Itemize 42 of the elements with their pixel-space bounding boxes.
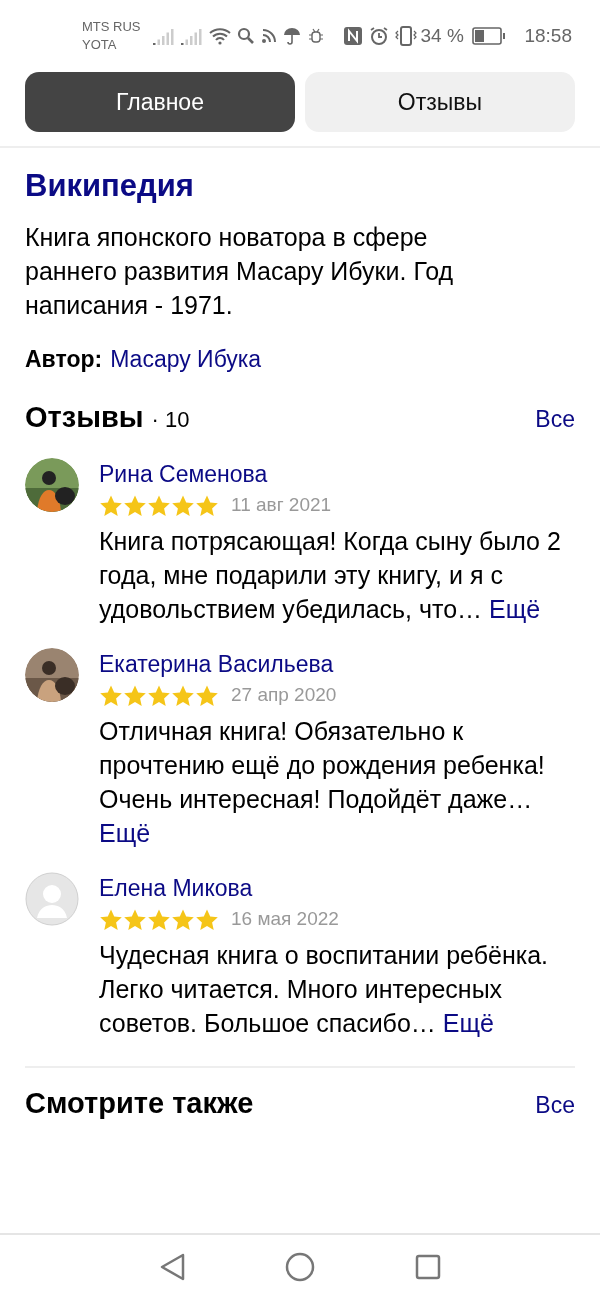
description-text: Книга японского новатора в сфере раннего развития Масару Ибуки. Год написания - 1971. <box>25 222 455 321</box>
review-date: 11 авг 2021 <box>231 493 332 518</box>
back-icon[interactable] <box>159 1253 185 1281</box>
battery-percent: 34 % <box>420 23 464 48</box>
section-title: Отзывы <box>25 400 144 435</box>
tab[interactable]: Главное <box>25 72 295 132</box>
home-icon[interactable] <box>285 1252 315 1282</box>
reviewer-name[interactable]: Екатерина Васильева <box>99 647 575 680</box>
author-link[interactable]: Масару Ибука <box>110 342 262 376</box>
umbrella-icon <box>282 27 301 45</box>
section-title: Смотрите также <box>25 1085 254 1121</box>
vibrate-icon <box>394 26 417 46</box>
rss-icon <box>260 28 277 44</box>
tab[interactable]: Отзывы <box>305 72 575 132</box>
review-date: 27 апр 2020 <box>231 683 337 708</box>
all-link[interactable]: Все <box>535 1087 575 1122</box>
more-link[interactable]: Ещё <box>489 594 541 623</box>
section-title: Википедия <box>25 167 195 205</box>
review-count: · 10 <box>151 406 190 434</box>
signal-icon <box>180 27 203 45</box>
all-link[interactable]: Все <box>535 402 575 437</box>
search-icon <box>236 27 255 45</box>
bug-icon <box>306 27 325 45</box>
review-text: Чудесная книга о воспитании ребёнка. Легко читается. Много интересных советов. Большое спасибо… Ещё <box>99 939 550 1039</box>
review-text: Книга потрясающая! Когда сыну было 2 года, мне подарили эту книгу, и я с удовольствием убедилась, что… Ещё <box>99 525 562 625</box>
review-date: 16 мая 2022 <box>231 907 339 932</box>
battery-icon <box>471 27 506 45</box>
signal-icon <box>152 27 175 45</box>
alarm-icon <box>368 26 389 46</box>
more-link[interactable]: Ещё <box>99 818 151 847</box>
author-label: Автор: <box>25 345 103 374</box>
carrier-name: YOTA <box>82 36 118 54</box>
reviewer-name[interactable]: Елена Микова <box>99 871 575 904</box>
review-text: Отличная книга! Обязательно к прочтению ещё до рождения ребенка! Очень интересная! Подойдёт даже… Ещё <box>99 715 546 849</box>
more-link[interactable]: Ещё <box>442 1008 494 1037</box>
nfc-icon <box>342 26 363 46</box>
clock-time: 18:58 <box>524 23 572 48</box>
wifi-icon <box>208 27 231 45</box>
recents-icon[interactable] <box>415 1254 441 1280</box>
avatar-placeholder-icon <box>25 871 79 926</box>
reviewer-name[interactable]: Рина Семенова <box>99 457 575 490</box>
carrier-name: MTS RUS <box>82 18 141 36</box>
